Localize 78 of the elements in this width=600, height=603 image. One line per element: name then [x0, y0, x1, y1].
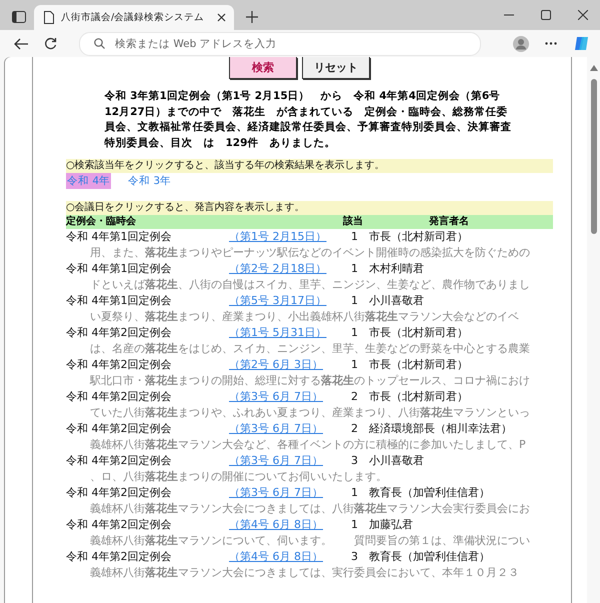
speaker-cell-text: 市長（北村新司君）	[369, 229, 469, 245]
search-icon	[94, 38, 105, 49]
new-tab-icon[interactable]	[246, 11, 258, 23]
count-cell-text: 3	[351, 549, 359, 565]
speaker-cell-text: 教育長（加曽利佳信君）	[369, 485, 491, 501]
session-cell-text: 令和 4年第2回定例会	[66, 517, 172, 533]
meeting-date-link[interactable]: （第1号 2月15日）	[229, 230, 326, 243]
speaker-cell-text: 市長（北村新司君）	[369, 357, 469, 373]
excerpt-text: 義雄杯八街落花生マラソン大会につきましては、実行委員会において、本年１０月２３	[90, 566, 519, 579]
count-cell-text: 1	[351, 485, 359, 501]
notice-bar: ○検索該当年をクリックすると、該当する年の検索結果を表示します。	[66, 159, 553, 173]
column-header: 定例会・臨時会	[66, 215, 137, 229]
profile-icon[interactable]	[513, 36, 529, 52]
meeting-date-link[interactable]: （第3号 6月 7日）	[229, 454, 323, 467]
excerpt-text: 義雄杯八街落花生マラソン大会につきましては、八街落花生マラソン大会実行委員会にお	[90, 502, 530, 515]
speaker-cell-text: 小川喜敬君	[369, 453, 425, 469]
result-summary: 令和 3年第1回定例会（第1号 2月15日） から 令和 4年第4回定例会（第6号12月27日）までの中で 落花生 が含まれている 定例会・臨時会、総務常任委員会、文教福祉常任委員会、経済建設常任委員会、予算審査特別委員会、決算審査特別委員会、目次 は 129件 ありました。	[104, 89, 512, 150]
meeting-date-link[interactable]: （第4号 6月 8日）	[229, 518, 323, 531]
count-cell-text: 2	[351, 389, 359, 405]
session-cell-text: 令和 4年第2回定例会	[66, 485, 172, 501]
excerpt-text: 義雄杯八街落花生マラソン大会など、各種イベントの方に積極的に参加いたしまして、P	[90, 438, 526, 451]
page-icon	[44, 11, 54, 24]
count-cell-text: 1	[351, 229, 359, 245]
meeting-date-link[interactable]: （第1号 5月31日）	[229, 326, 326, 339]
scroll-up-icon[interactable]	[590, 65, 598, 71]
meeting-date-link[interactable]: （第3号 6月 7日）	[229, 486, 323, 499]
meeting-date-link[interactable]: （第5号 3月17日）	[229, 294, 326, 307]
close-icon[interactable]	[217, 13, 226, 22]
excerpt-text: ていた八街落花生まつりや、ふれあい夏まつり、産業まつり、八街落花生マラソンといっ	[90, 406, 530, 419]
meeting-date-link[interactable]: （第2号 6月 3日）	[229, 358, 323, 371]
form-button[interactable]: 検索	[229, 57, 297, 79]
meeting-date-link[interactable]: （第4号 6月 8日）	[229, 550, 323, 563]
column-header: 該当	[343, 215, 364, 229]
count-cell-text: 1	[351, 261, 359, 277]
session-cell-text: 令和 4年第1回定例会	[66, 261, 172, 277]
excerpt-text: 駅北口市・落花生まつりの開始、総理に対する落花生のトップセールス、コロナ禍におけ	[90, 374, 530, 387]
count-cell-text: 1	[351, 517, 359, 533]
close-window-icon[interactable]	[578, 10, 588, 20]
speaker-cell-text: 教育長（加曽利佳信君）	[369, 549, 491, 565]
count-cell-text: 1	[351, 357, 359, 373]
excerpt-text: い夏祭り、落花生まつり、産業まつり、小出義雄杯八街落花生マラソン大会などのイベ	[90, 310, 519, 323]
count-cell-text: 3	[351, 453, 359, 469]
count-cell-text: 2	[351, 421, 359, 437]
more-icon[interactable]	[545, 42, 557, 45]
column-header: 発言者名	[429, 215, 470, 229]
maximize-icon[interactable]	[541, 10, 551, 20]
session-cell-text: 令和 4年第2回定例会	[66, 325, 172, 341]
excerpt-text: 義雄杯八街落花生マラソンについて、伺います。 質問要旨の第１は、準備状況につい	[90, 534, 530, 547]
meeting-date-link[interactable]: （第3号 6月 7日）	[229, 422, 323, 435]
excerpt-text: は、名産の落花生をはじめ、スイカ、ニンジン、里芋、生姜などの野菜を中心とする農業	[90, 342, 530, 355]
address-field[interactable]: 検索または Web アドレスを入力	[79, 32, 481, 56]
sidebar-icon[interactable]	[12, 11, 26, 23]
session-cell-text: 令和 4年第1回定例会	[66, 229, 172, 245]
meeting-date-link[interactable]: （第3号 6月 7日）	[229, 390, 323, 403]
speaker-cell-text: 小川喜敬君	[369, 293, 425, 309]
session-cell-text: 令和 4年第1回定例会	[66, 293, 172, 309]
session-cell-text: 令和 4年第2回定例会	[66, 389, 172, 405]
speaker-cell-text: 市長（北村新司君）	[369, 325, 469, 341]
speaker-cell-text: 経済環境部長（相川幸法君）	[369, 421, 513, 437]
session-cell-text: 令和 4年第2回定例会	[66, 357, 172, 373]
refresh-icon[interactable]	[44, 37, 57, 50]
session-cell-text: 令和 4年第2回定例会	[66, 549, 172, 565]
notice-bar: ○会議日をクリックすると、発言内容を表示します。	[66, 201, 553, 215]
count-cell-text: 1	[351, 293, 359, 309]
session-cell-text: 令和 4年第2回定例会	[66, 453, 172, 469]
excerpt-text: 、ロ、八街落花生まつりの開催についてお伺いいたします。	[90, 470, 387, 483]
speaker-cell-text: 加藤弘君	[369, 517, 414, 533]
back-icon[interactable]	[14, 38, 28, 50]
browser-tab[interactable]: 八街市議会/会議録検索システム	[34, 5, 234, 30]
year-link[interactable]: 令和 3年	[127, 173, 172, 189]
excerpt-text: 用、また、落花生まつりやピーナッツ駅伝などのイベント開催時の感染拡大を防ぐための	[90, 246, 530, 259]
meeting-date-link[interactable]: （第2号 2月18日）	[229, 262, 326, 275]
speaker-cell-text: 木村利晴君	[369, 261, 425, 277]
excerpt-text: ドといえば落花生、八街の自慢はスイカ、里芋、ニンジン、生姜など、農作物でありまし	[90, 278, 530, 291]
count-cell-text: 1	[351, 325, 359, 341]
form-button[interactable]: リセット	[302, 57, 370, 79]
speaker-cell-text: 市長（北村新司君）	[369, 389, 469, 405]
session-cell-text: 令和 4年第2回定例会	[66, 421, 172, 437]
